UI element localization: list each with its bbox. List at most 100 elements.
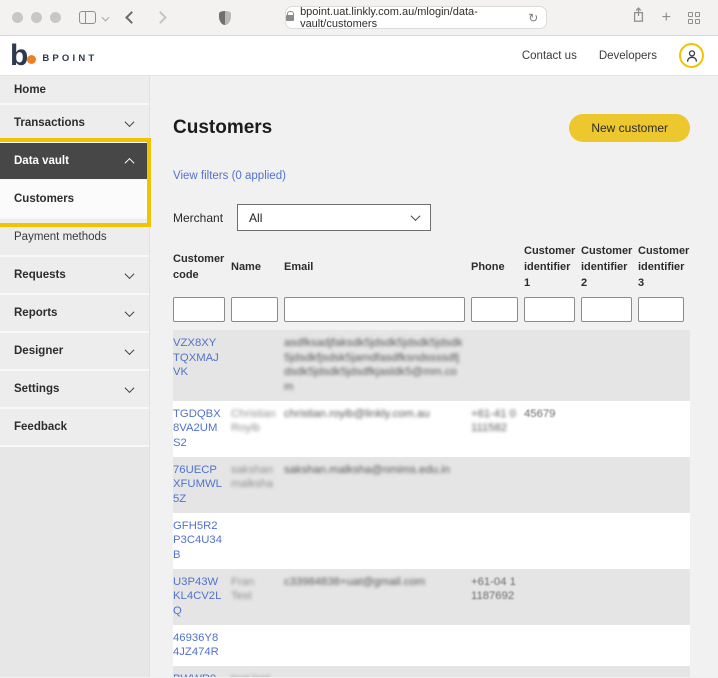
cell-identifier-1 — [524, 513, 581, 569]
lock-icon — [286, 10, 295, 21]
bpoint-logo[interactable]: b BPOINT — [10, 38, 98, 72]
zoom-window-button[interactable] — [50, 12, 61, 23]
url-text: bpoint.uat.linkly.com.au/mlogin/data-vau… — [300, 5, 478, 30]
address-bar[interactable]: bpoint.uat.linkly.com.au/mlogin/data-vau… — [285, 5, 548, 30]
sidebar-item-requests[interactable]: Requests — [0, 257, 149, 295]
logo-wordmark: BPOINT — [42, 53, 98, 64]
table-filter-row — [173, 297, 690, 322]
column-header-customer-identifier-3: Customer identifier 3 — [638, 245, 690, 289]
chevron-icon — [124, 306, 135, 317]
new-tab-icon[interactable]: + — [662, 9, 671, 26]
reload-icon[interactable]: ↻ — [528, 11, 538, 25]
sidebar-item-designer[interactable]: Designer — [0, 333, 149, 371]
privacy-shield-icon[interactable] — [219, 10, 231, 25]
cell-identifier-1: 45679 — [524, 407, 556, 420]
back-button[interactable] — [125, 11, 138, 24]
filter-input-name[interactable] — [231, 297, 278, 322]
account-avatar[interactable] — [679, 43, 704, 68]
cell-name: test last — [231, 666, 284, 677]
cell-identifier-1 — [524, 666, 581, 677]
filter-input-customer-code[interactable] — [173, 297, 225, 322]
cell-phone — [471, 513, 524, 569]
cell-identifier-2 — [581, 625, 638, 666]
filter-input-phone[interactable] — [471, 297, 518, 322]
table-row: BWWR9XVPNK3CQ3 test last — [173, 666, 690, 677]
sidebar-item-label: Reports — [14, 307, 58, 319]
new-customer-button[interactable]: New customer — [569, 114, 690, 142]
filter-input-customer-identifier-3[interactable] — [638, 297, 684, 322]
customer-code-link[interactable]: 76UECPXFUMWL5Z — [173, 457, 231, 513]
merchant-select[interactable]: All — [237, 204, 432, 231]
sidebar-item-label: Feedback — [14, 421, 68, 433]
close-window-button[interactable] — [12, 12, 23, 23]
cell-identifier-3 — [638, 513, 690, 569]
customer-code-link[interactable]: VZX8XYTQXMAJVK — [173, 330, 231, 401]
logo-dot — [27, 55, 37, 64]
cell-phone: +61-41 0111582 — [471, 407, 516, 435]
cell-phone — [471, 625, 524, 666]
share-icon[interactable] — [632, 7, 645, 28]
view-filters-link[interactable]: View filters (0 applied) — [173, 170, 286, 182]
logo-b-glyph: b — [10, 38, 29, 72]
column-header-email: Email — [284, 261, 314, 274]
chevron-down-icon — [410, 211, 421, 222]
sidebar-item-payment-methods[interactable]: Payment methods — [0, 219, 149, 257]
column-header-customer-code: Customer code — [173, 253, 225, 281]
sidebar-toggle-icon[interactable] — [79, 11, 96, 24]
table-row: U3P43WKL4CV2LQ Fran Test c33984838+uat@g… — [173, 568, 690, 625]
tab-overview-icon[interactable] — [688, 11, 700, 24]
cell-name: Fran Test — [231, 575, 255, 603]
cell-phone — [471, 457, 524, 513]
sidebar-item-home[interactable]: Home — [0, 76, 149, 105]
chevron-icon — [124, 382, 135, 393]
cell-email: c33984838+uat@gmail.com — [284, 575, 426, 588]
filter-input-customer-identifier-1[interactable] — [524, 297, 575, 322]
filter-input-customer-identifier-2[interactable] — [581, 297, 632, 322]
customers-table: Customer code Name Email Phone Customer … — [173, 243, 690, 677]
cell-name: Christian Royib — [231, 407, 276, 435]
cell-identifier-3 — [638, 569, 690, 625]
chevron-down-icon[interactable] — [101, 13, 110, 22]
column-header-customer-identifier-1: Customer identifier 1 — [524, 245, 576, 289]
sidebar-item-label: Designer — [14, 345, 64, 357]
customer-code-link[interactable]: U3P43WKL4CV2LQ — [173, 569, 231, 625]
customer-code-link[interactable]: GFH5R2P3C4U34B — [173, 513, 231, 569]
sidebar-item-customers[interactable]: Customers — [0, 181, 149, 219]
table-rows: VZX8XYTQXMAJVK asdfksadjfaksdk5jdsdk5jds… — [173, 330, 690, 677]
sidebar-item-feedback[interactable]: Feedback — [0, 409, 149, 447]
developers-link[interactable]: Developers — [599, 50, 657, 62]
chevron-icon — [124, 344, 135, 355]
sidebar-item-label: Requests — [14, 269, 66, 281]
sidebar-item-transactions[interactable]: Transactions — [0, 105, 149, 143]
column-header-phone: Phone — [471, 261, 505, 274]
table-row: GFH5R2P3C4U34B — [173, 512, 690, 569]
cell-identifier-3 — [638, 666, 690, 677]
sidebar-item-settings[interactable]: Settings — [0, 371, 149, 409]
table-row: 46936Y84JZ474R — [173, 624, 690, 667]
table-header-row: Customer code Name Email Phone Customer … — [173, 243, 690, 297]
cell-email — [284, 625, 471, 666]
sidebar-item-label: Payment methods — [14, 231, 107, 243]
merchant-label: Merchant — [173, 210, 224, 225]
window-controls — [12, 12, 61, 23]
filter-input-email[interactable] — [284, 297, 465, 322]
cell-name: sakshan malksha — [231, 463, 274, 491]
customer-code-link[interactable]: TGDQBX8VA2UMS2 — [173, 401, 231, 457]
sidebar-item-data-vault[interactable]: Data vault — [0, 143, 149, 181]
contact-us-link[interactable]: Contact us — [522, 50, 577, 62]
cell-identifier-3 — [638, 625, 690, 666]
sidebar-item-label: Data vault — [14, 155, 69, 167]
minimize-window-button[interactable] — [31, 12, 42, 23]
customer-code-link[interactable]: 46936Y84JZ474R — [173, 625, 231, 666]
sidebar-item-label: Customers — [14, 193, 75, 205]
cell-identifier-1 — [524, 330, 581, 401]
browser-toolbar: bpoint.uat.linkly.com.au/mlogin/data-vau… — [0, 0, 718, 36]
cell-identifier-2 — [581, 457, 638, 513]
customer-code-link[interactable]: BWWR9XVPNK3CQ3 — [173, 666, 231, 677]
cell-identifier-1 — [524, 625, 581, 666]
column-header-customer-identifier-2: Customer identifier 2 — [581, 245, 633, 289]
cell-identifier-2 — [581, 569, 638, 625]
forward-button[interactable] — [154, 11, 167, 24]
sidebar-item-reports[interactable]: Reports — [0, 295, 149, 333]
cell-phone: +61-04 11187692 — [471, 575, 516, 603]
